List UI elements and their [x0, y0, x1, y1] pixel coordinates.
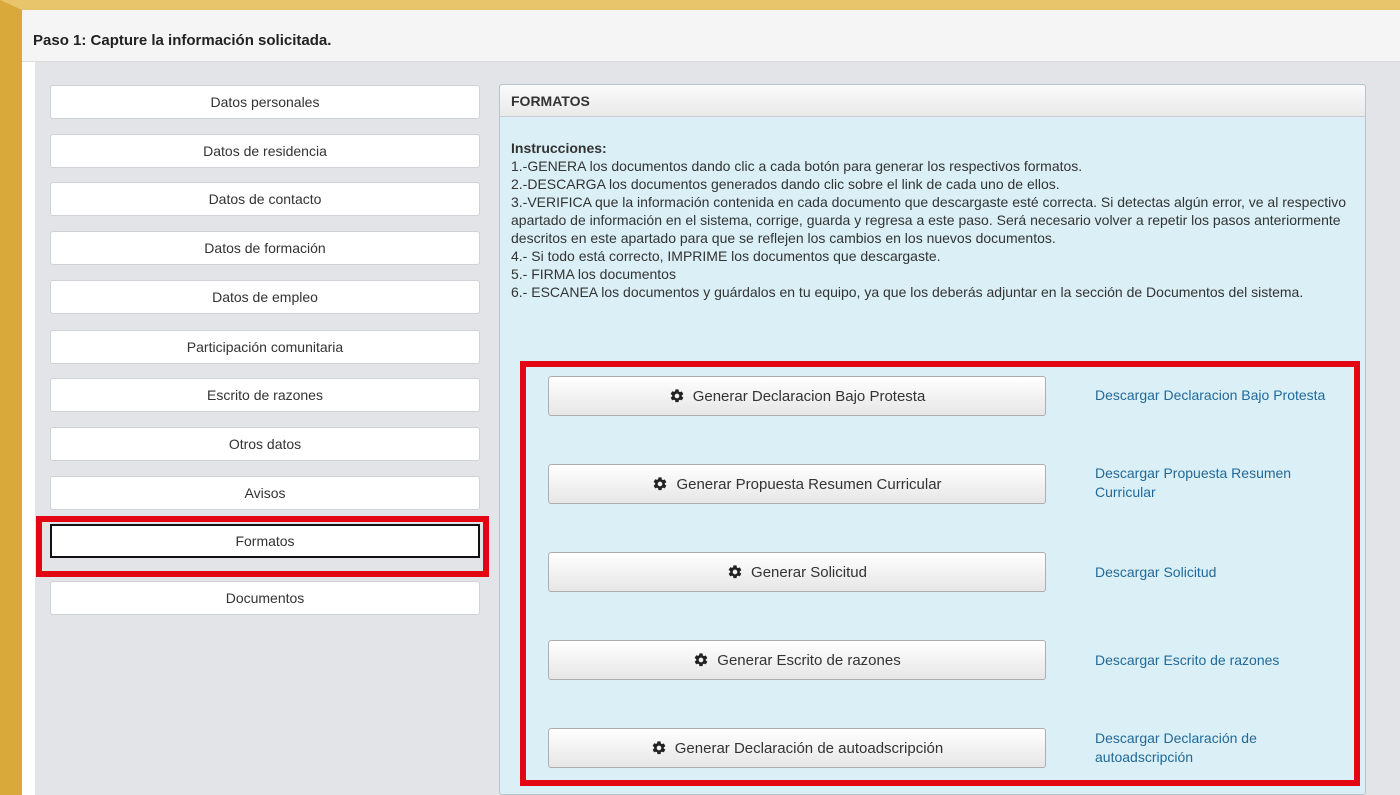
descargar-solicitud-link[interactable]: Descargar Solicitud — [1095, 563, 1350, 582]
sidebar-item-label: Datos de residencia — [203, 143, 327, 159]
step-title: Paso 1: Capture la información solicitad… — [33, 32, 332, 49]
sidebar-item-datos-residencia[interactable]: Datos de residencia — [50, 134, 480, 168]
gear-icon — [652, 476, 668, 492]
sidebar-item-participacion-comunitaria[interactable]: Participación comunitaria — [50, 330, 480, 364]
sidebar-item-avisos[interactable]: Avisos — [50, 476, 480, 510]
panel-title: FORMATOS — [511, 93, 590, 109]
sidebar-item-datos-empleo[interactable]: Datos de empleo — [50, 280, 480, 314]
gear-icon — [651, 740, 667, 756]
sidebar-item-label: Datos de empleo — [212, 289, 318, 305]
instruction-line: 2.-DESCARGA los documentos generados dan… — [511, 176, 1060, 192]
sidebar-item-datos-contacto[interactable]: Datos de contacto — [50, 182, 480, 216]
gear-icon — [693, 652, 709, 668]
generar-declaracion-bajo-protesta-button[interactable]: Generar Declaracion Bajo Protesta — [548, 376, 1046, 416]
sidebar-item-label: Otros datos — [228, 436, 302, 452]
button-label: Generar Declaración de autoadscripción — [674, 739, 944, 757]
sidebar-item-label: Participación comunitaria — [186, 339, 344, 355]
sidebar-item-label: Datos personales — [210, 94, 320, 110]
sidebar-item-label: Documentos — [225, 590, 305, 606]
gear-icon — [669, 388, 685, 404]
descargar-declaracion-bajo-protesta-link[interactable]: Descargar Declaracion Bajo Protesta — [1095, 386, 1350, 405]
generar-propuesta-resumen-curricular-button[interactable]: Generar Propuesta Resumen Curricular — [548, 464, 1046, 504]
instruction-line: 4.- Si todo está correcto, IMPRIME los d… — [511, 248, 941, 264]
generar-escrito-razones-button[interactable]: Generar Escrito de razones — [548, 640, 1046, 680]
generar-solicitud-button[interactable]: Generar Solicitud — [548, 552, 1046, 592]
sidebar-item-label: Avisos — [244, 485, 286, 501]
button-label: Generar Propuesta Resumen Curricular — [676, 475, 942, 493]
sidebar-item-documentos[interactable]: Documentos — [50, 581, 480, 615]
sidebar-item-escrito-razones[interactable]: Escrito de razones — [50, 378, 480, 412]
sidebar-highlight-box — [36, 516, 489, 577]
generar-declaracion-autoadscripcion-button[interactable]: Generar Declaración de autoadscripción — [548, 728, 1046, 768]
sidebar-item-datos-personales[interactable]: Datos personales — [50, 85, 480, 119]
sidebar-item-label: Datos de contacto — [208, 191, 322, 207]
button-label: Generar Escrito de razones — [717, 651, 901, 669]
instruction-line: 3.-VERIFICA que la información contenida… — [511, 194, 1347, 246]
sidebar-item-datos-formacion[interactable]: Datos de formación — [50, 231, 480, 265]
instruction-line: 5.- FIRMA los documentos — [511, 266, 676, 282]
panel-header: FORMATOS — [500, 85, 1365, 117]
sidebar-item-label: Escrito de razones — [207, 387, 323, 403]
instruction-line: 6.- ESCANEA los documentos y guárdalos e… — [511, 284, 1304, 300]
sidebar-item-otros-datos[interactable]: Otros datos — [50, 427, 480, 461]
descargar-escrito-razones-link[interactable]: Descargar Escrito de razones — [1095, 651, 1350, 670]
button-label: Generar Solicitud — [751, 563, 867, 581]
instruction-line: 1.-GENERA los documentos dando clic a ca… — [511, 158, 1083, 174]
instructions-label: Instrucciones: — [511, 140, 607, 156]
instructions: Instrucciones: 1.-GENERA los documentos … — [511, 139, 1361, 301]
descargar-declaracion-autoadscripcion-link[interactable]: Descargar Declaración de autoadscripción — [1095, 729, 1350, 767]
descargar-propuesta-resumen-curricular-link[interactable]: Descargar Propuesta Resumen Curricular — [1095, 464, 1350, 502]
step-header: Paso 1: Capture la información solicitad… — [22, 10, 1400, 62]
sidebar-item-label: Datos de formación — [204, 240, 326, 256]
button-label: Generar Declaracion Bajo Protesta — [692, 387, 926, 405]
gear-icon — [727, 564, 743, 580]
